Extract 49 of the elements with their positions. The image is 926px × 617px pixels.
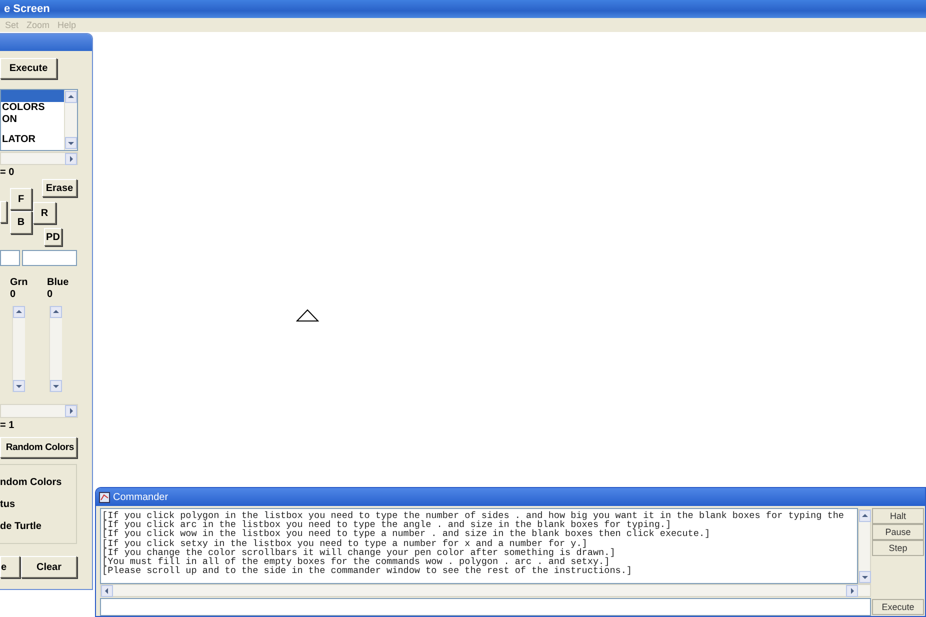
- control-button[interactable]: Step: [872, 540, 924, 556]
- pen-size-readout: = 1: [0, 420, 14, 432]
- horizontal-scrollbar[interactable]: [0, 152, 78, 165]
- panel-button[interactable]: e: [0, 556, 20, 578]
- turtle-icon: [296, 309, 320, 322]
- horizontal-scrollbar[interactable]: [100, 584, 871, 597]
- list-item[interactable]: COLORS: [1, 102, 65, 114]
- window-title: e Screen: [0, 0, 926, 18]
- input-field[interactable]: [22, 250, 77, 266]
- vertical-scrollbar[interactable]: [858, 509, 871, 584]
- instruction-line: [If you change the color scrollbars it will change your pen color after something is drawn.]: [102, 548, 616, 558]
- partial-button[interactable]: [0, 201, 7, 223]
- move-button[interactable]: F: [10, 188, 32, 210]
- execute-button[interactable]: Execute: [872, 599, 924, 615]
- color-label: Blue: [47, 277, 69, 289]
- vertical-scrollbar[interactable]: [64, 90, 77, 150]
- move-button[interactable]: PD: [44, 228, 62, 246]
- color-value: 0: [47, 289, 53, 301]
- list-item[interactable]: LATOR: [1, 134, 65, 146]
- random-colors-button[interactable]: Random Colors: [0, 437, 77, 458]
- instruction-line: [If you click polygon in the listbox you need to type the number of sides . and how big you want it in the blank boxes for typing the: [102, 511, 844, 520]
- command-input-field[interactable]: [100, 598, 871, 616]
- control-button[interactable]: Pause: [872, 524, 924, 540]
- command-listbox[interactable]: COLORS ON LATOR: [0, 89, 78, 151]
- option-label: tus: [0, 499, 15, 511]
- color-value: 0: [10, 289, 16, 301]
- horizontal-scrollbar[interactable]: [0, 404, 78, 418]
- window-title: Commander: [113, 492, 168, 502]
- control-button[interactable]: Halt: [872, 508, 924, 524]
- app-icon: [99, 492, 110, 502]
- instruction-line: [Please scroll up and to the side in the commander window to see the rest of the instructions.]: [102, 566, 632, 576]
- option-label: de Turtle: [0, 521, 42, 533]
- instruction-line: [If you click setxy in the listbox you need to type a number for x and a number for y.]: [102, 538, 588, 548]
- color-scrollbar[interactable]: [49, 306, 62, 392]
- heading-readout: = 0: [0, 167, 14, 179]
- panel-button[interactable]: Clear: [21, 556, 77, 578]
- instruction-line: [If you click arc in the listbox you need to type the angle . and size in the blank boxes for typing.]: [102, 520, 672, 530]
- input-field[interactable]: [0, 250, 20, 266]
- instructions-text-area[interactable]: [100, 508, 858, 584]
- color-label: Grn: [10, 277, 28, 289]
- instruction-line: [If you click wow in the listbox you need to type a number . and size in the blank boxes then click execute.]: [102, 529, 710, 539]
- move-button[interactable]: B: [10, 211, 32, 234]
- move-button[interactable]: R: [33, 202, 56, 224]
- execute-button[interactable]: Execute: [0, 58, 57, 79]
- move-button[interactable]: Erase: [42, 179, 77, 197]
- instruction-line: [You must fill in all of the empty boxes for the commands wow . polygon . arc . and setxy.]: [102, 557, 610, 566]
- option-label: ndom Colors: [0, 477, 62, 489]
- list-item[interactable]: ON: [1, 114, 65, 126]
- color-scrollbar[interactable]: [12, 306, 25, 392]
